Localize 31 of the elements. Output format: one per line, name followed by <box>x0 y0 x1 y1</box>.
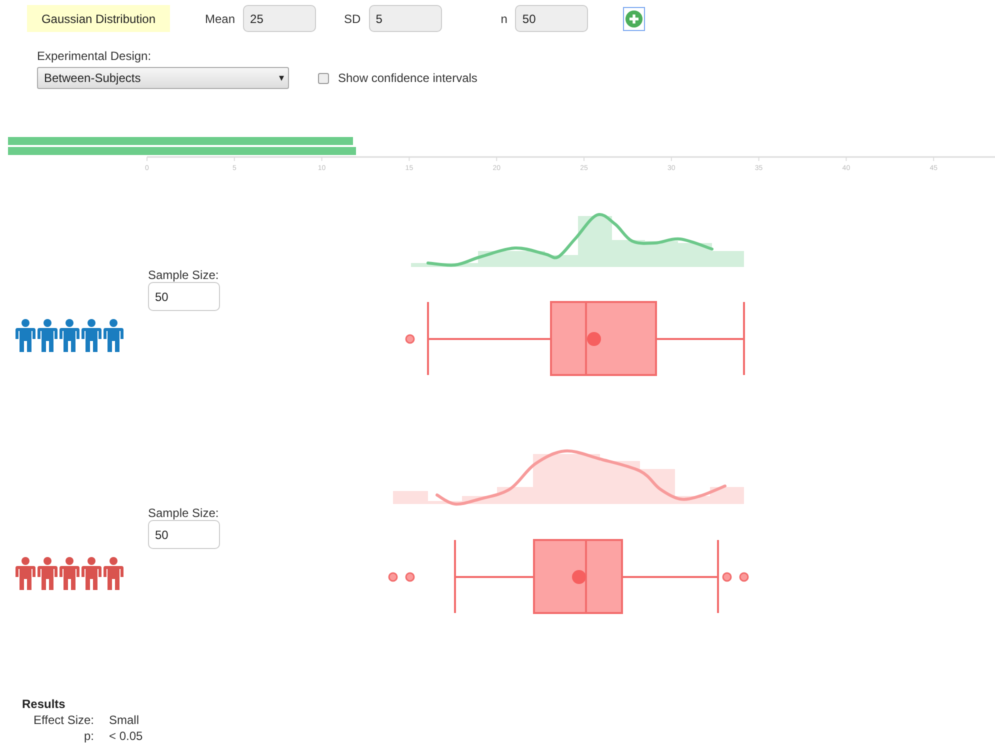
people-icon <box>15 557 124 590</box>
mean-dot <box>572 570 586 584</box>
field-label: SD <box>344 12 361 26</box>
field-label: n <box>500 12 508 26</box>
result-value: < 0.05 <box>109 729 143 745</box>
design-label: Experimental Design: <box>37 49 152 63</box>
plus-icon <box>625 8 644 28</box>
mean-dot <box>587 332 601 346</box>
outlier-dot <box>405 334 415 344</box>
outlier-dot <box>722 572 732 582</box>
result-label: p: <box>82 729 94 745</box>
checkbox[interactable] <box>318 72 329 84</box>
outlier-dot <box>405 572 415 582</box>
sample-size-label: Sample Size: <box>148 506 220 520</box>
field-label: Mean <box>205 12 236 26</box>
number-field[interactable]: 50 <box>515 5 588 32</box>
outlier-dot <box>739 572 749 582</box>
results-title: Results <box>22 697 66 713</box>
add-button[interactable] <box>623 6 646 30</box>
result-value: Small <box>109 713 140 729</box>
sample-size-field[interactable]: 50 <box>148 520 220 549</box>
people-icon <box>15 319 124 352</box>
number-field[interactable]: 25 <box>243 5 316 32</box>
sample-size-label: Sample Size: <box>148 268 220 282</box>
sample-size-field[interactable]: 50 <box>148 282 220 311</box>
result-label: Effect Size: <box>32 713 94 729</box>
checkbox-label: Show confidence intervals <box>338 71 478 85</box>
number-field[interactable]: 5 <box>368 5 442 32</box>
design-dropdown[interactable]: Between-Subjects ▾ <box>37 67 289 89</box>
outlier-dot <box>388 572 398 582</box>
distribution-label: Gaussian Distribution <box>27 5 170 32</box>
